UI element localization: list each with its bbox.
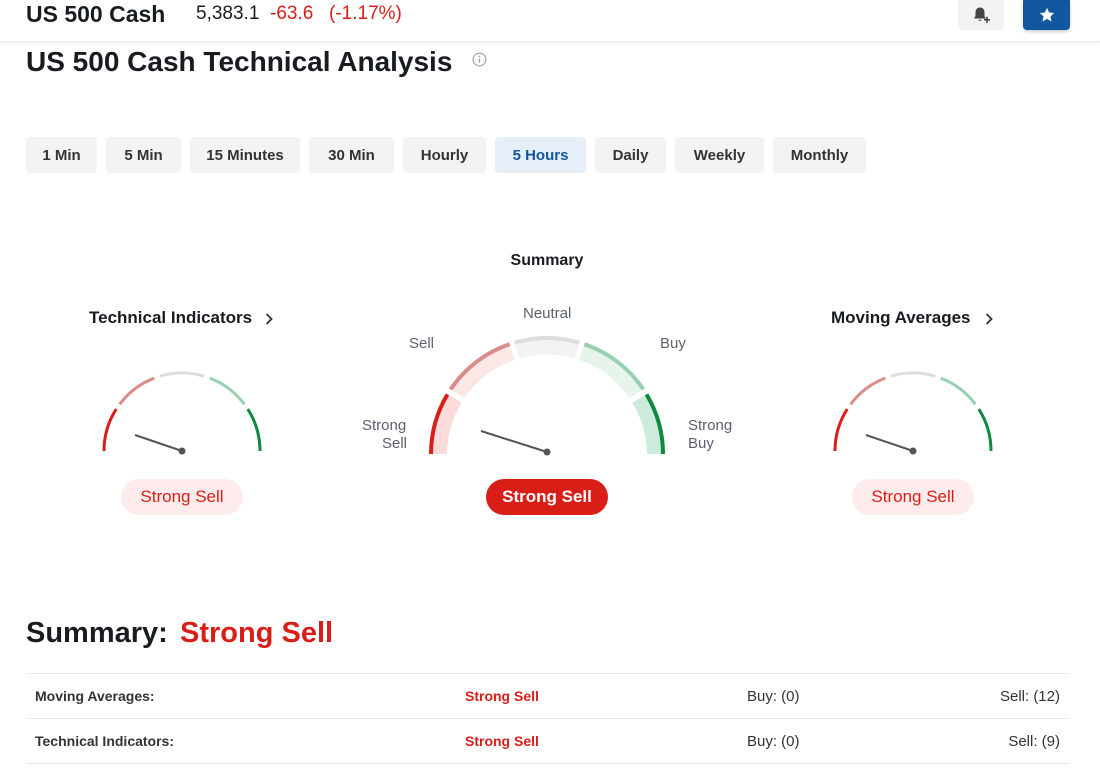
gauge-arc-buy [209,376,246,406]
summary-heading-verdict: Strong Sell [180,617,334,649]
row-label: Technical Indicators: [35,733,174,749]
gauge-arc-strong-buy [977,408,993,452]
row-buy-count: Buy: (0) [747,733,800,750]
band-sell [450,344,515,398]
gauge-arc-sell [849,376,886,406]
tab-1-min[interactable]: 1 Min [26,137,97,173]
summary-heading: Summary: [26,617,168,649]
info-circle-icon[interactable] [472,52,487,67]
scale-label-strong-buy-1: Strong [688,417,733,434]
chevron-right-icon[interactable] [264,312,274,326]
tab-15-minutes[interactable]: 15 Minutes [190,137,300,173]
row-buy-count: Buy: (0) [747,688,800,705]
table-row: Technical Indicators: Strong Sell Buy: (… [26,719,1070,764]
bell-plus-icon [974,7,990,23]
row-sell-count: Sell: (12) [999,688,1060,705]
gauge-needle-pivot [178,447,186,455]
row-sell-count: Sell: (9) [1008,733,1060,750]
gauge-needle [480,430,548,453]
create-alert-button[interactable] [958,0,1004,30]
instrument-header: US 500 Cash 5,383.1 -63.6 (-1.17%) [0,0,1100,42]
tab-monthly[interactable]: Monthly [773,137,866,173]
scale-label-strong-buy-2: Buy [688,435,714,452]
tab-5-hours[interactable]: 5 Hours [495,137,586,173]
gauge-arc-strong-sell [102,408,118,452]
page-title: US 500 Cash Technical Analysis [26,46,453,77]
gauge-needle [865,434,914,452]
instrument-name: US 500 Cash [26,1,166,27]
gauge-arc-strong-buy [246,408,262,452]
table-row: Moving Averages: Strong Sell Buy: (0) Se… [26,674,1070,719]
tab-5-min[interactable]: 5 Min [106,137,181,173]
add-to-watchlist-button[interactable] [1023,0,1070,30]
tab-30-min[interactable]: 30 Min [309,137,394,173]
summary-table: Moving Averages: Strong Sell Buy: (0) Se… [26,673,1070,764]
moving-averages-link[interactable]: Moving Averages [831,308,971,328]
gauge-arc-strong-sell [833,408,849,452]
tab-daily[interactable]: Daily [595,137,666,173]
instrument-change: -63.6 [270,3,314,24]
gauge-arc-neutral [159,371,205,378]
gauge-arc-sell [118,376,155,406]
star-icon [1039,7,1054,22]
instrument-change-percent: (-1.17%) [329,3,402,24]
gauge-needle [134,434,183,452]
gauge-arc-neutral [890,371,936,378]
technical-indicators-verdict: Strong Sell [121,479,243,515]
summary-verdict: Strong Sell [486,479,608,515]
gauge-needle-pivot [909,447,917,455]
gauge-needle-pivot [543,448,551,456]
chevron-right-icon[interactable] [984,312,994,326]
instrument-price: 5,383.1 [196,3,260,24]
technical-indicators-link[interactable]: Technical Indicators [89,308,252,328]
tab-weekly[interactable]: Weekly [675,137,764,173]
band-buy [579,344,644,398]
moving-averages-verdict: Strong Sell [852,479,974,515]
gauge-bands [431,338,663,454]
technical-indicators-gauge [102,371,262,455]
scale-label-neutral: Neutral [523,305,572,322]
moving-averages-gauge [833,371,993,455]
summary-gauge [429,336,665,456]
row-verdict: Strong Sell [465,688,539,704]
scale-label-strong-sell-2: Sell [382,435,408,452]
gauge-arc-buy [940,376,977,406]
row-verdict: Strong Sell [465,733,539,749]
summary-gauge-label: Summary [510,252,584,269]
scale-label-strong-sell-1: Strong [362,417,407,434]
row-label: Moving Averages: [35,688,155,704]
tab-hourly[interactable]: Hourly [403,137,486,173]
